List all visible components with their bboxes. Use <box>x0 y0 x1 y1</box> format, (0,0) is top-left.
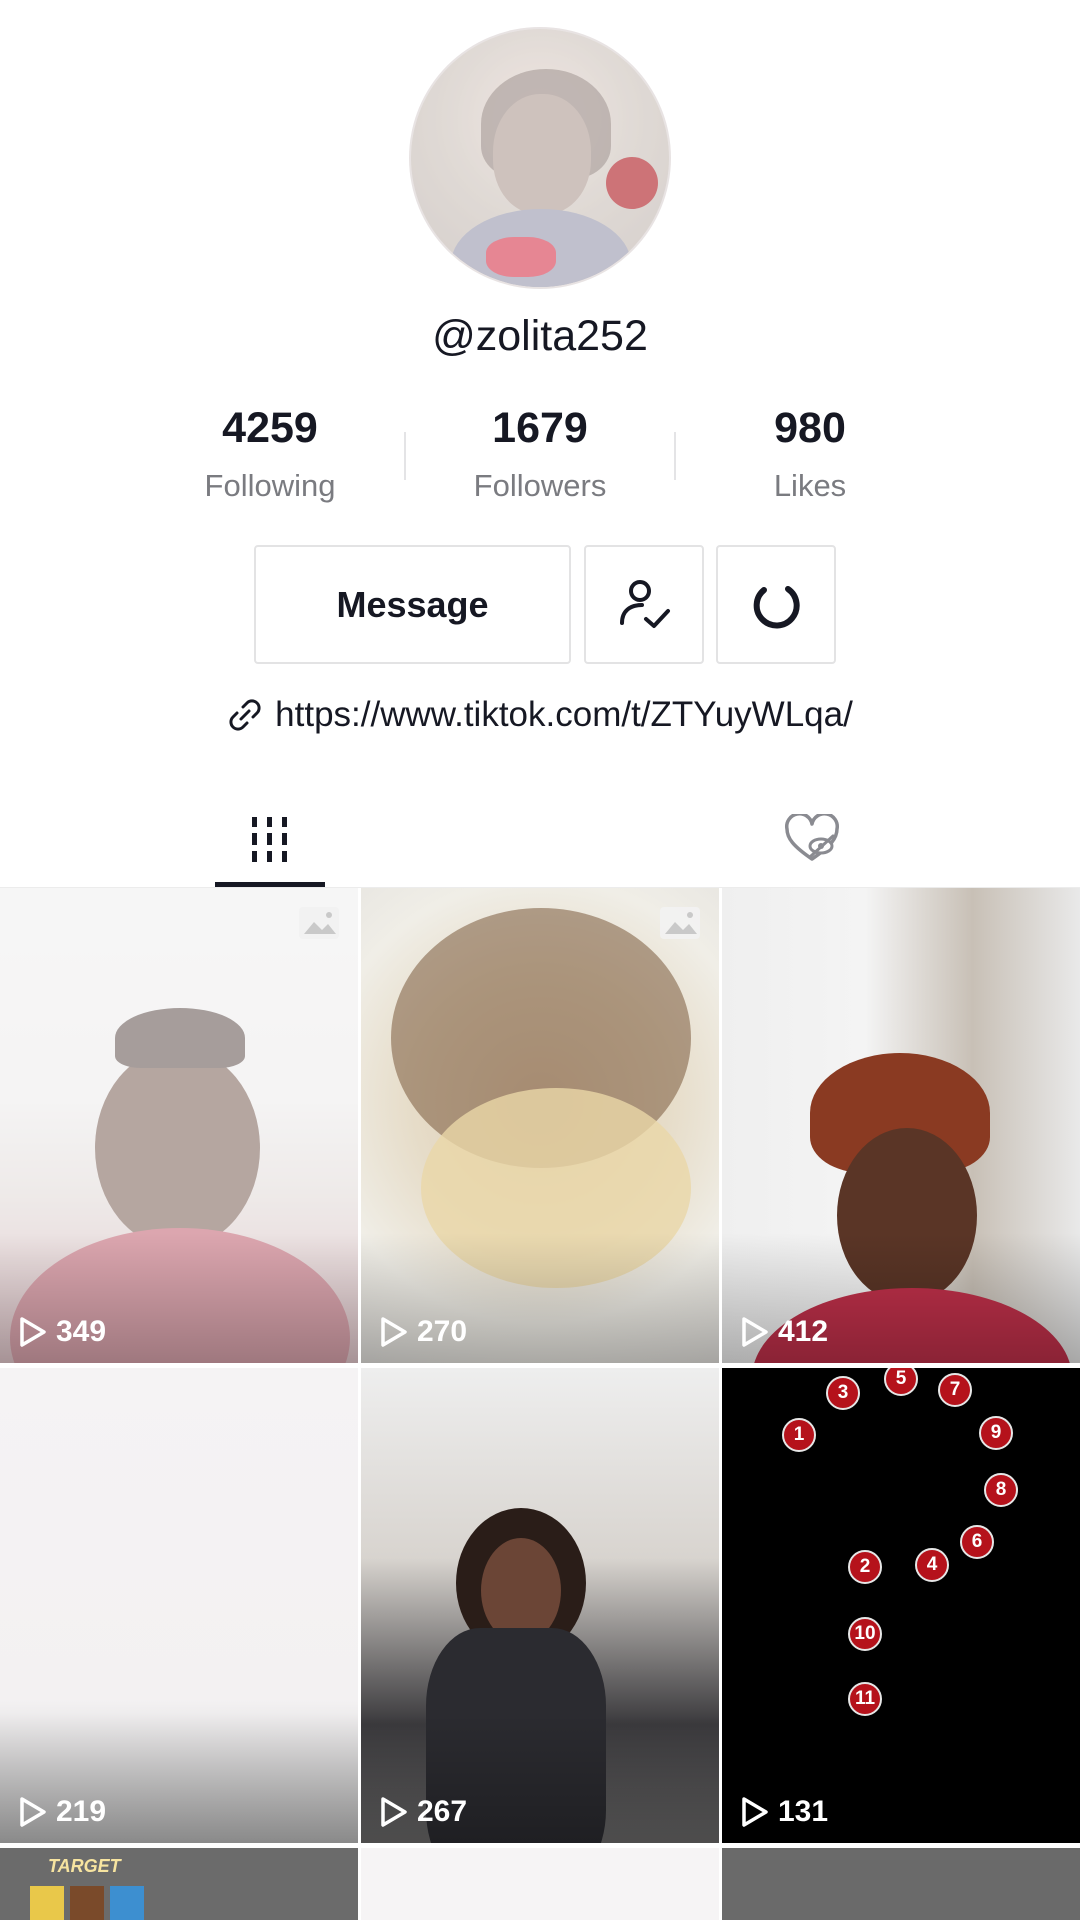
number-dot: 10 <box>848 1617 882 1651</box>
video-thumbnail[interactable]: 1 2 3 4 5 6 7 8 9 10 11 131 <box>722 1368 1080 1843</box>
following-button[interactable] <box>584 545 704 664</box>
person-check-icon <box>620 579 670 628</box>
stat-followers-count: 1679 <box>492 404 588 452</box>
play-icon <box>381 1797 407 1827</box>
video-thumbnail[interactable]: 349 <box>0 888 358 1363</box>
number-dot: 11 <box>848 1682 882 1716</box>
view-count: 412 <box>740 1315 828 1349</box>
heart-hidden-icon <box>785 814 839 861</box>
view-count-text: 349 <box>56 1315 107 1348</box>
link-icon <box>229 699 261 731</box>
thumbnail-product <box>30 1886 64 1920</box>
video-thumbnail[interactable]: 219 <box>0 1368 358 1843</box>
stat-following[interactable]: 4259 Following <box>150 400 390 504</box>
video-thumbnail[interactable] <box>361 1848 719 1920</box>
stat-likes-label: Likes <box>773 468 847 503</box>
play-icon <box>381 1317 407 1347</box>
active-tab-indicator <box>215 882 325 887</box>
play-icon <box>742 1797 768 1827</box>
stat-followers-label: Followers <box>473 468 607 503</box>
number-dot: 5 <box>884 1368 918 1396</box>
view-count-text: 219 <box>56 1795 107 1828</box>
view-count: 267 <box>379 1795 467 1829</box>
thumbnail-product <box>70 1886 104 1920</box>
view-count: 219 <box>18 1795 106 1829</box>
stat-following-count: 4259 <box>222 404 318 452</box>
view-count: 270 <box>379 1315 467 1349</box>
stat-divider <box>404 432 406 480</box>
number-dot: 4 <box>915 1548 949 1582</box>
number-dot: 7 <box>938 1373 972 1407</box>
photo-icon <box>659 906 701 945</box>
thumbnail-product <box>110 1886 144 1920</box>
more-options-button[interactable] <box>716 545 836 664</box>
video-thumbnail[interactable]: TARGET <box>0 1848 358 1920</box>
view-count-text: 267 <box>417 1795 468 1828</box>
stat-likes-count: 980 <box>774 404 846 452</box>
grid-icon <box>252 817 287 862</box>
video-thumbnail[interactable]: 270 <box>361 888 719 1363</box>
view-count-text: 412 <box>778 1315 829 1348</box>
profile-username: @zolita252 <box>432 312 648 360</box>
profile-link[interactable]: https://www.tiktok.com/t/ZTYuyWLqa/ <box>0 695 1080 735</box>
video-thumbnail[interactable]: 412 <box>722 888 1080 1363</box>
stat-followers[interactable]: 1679 Followers <box>420 400 660 504</box>
tab-liked-private[interactable] <box>757 790 867 888</box>
thumbnail-store-label: TARGET <box>48 1856 121 1876</box>
number-dot: 2 <box>848 1550 882 1584</box>
number-dot: 6 <box>960 1525 994 1559</box>
play-icon <box>742 1317 768 1347</box>
refresh-icon <box>753 585 800 628</box>
view-count: 131 <box>740 1795 828 1829</box>
profile-link-text: https://www.tiktok.com/t/ZTYuyWLqa/ <box>275 695 853 734</box>
number-dot: 1 <box>782 1418 816 1452</box>
view-count-text: 270 <box>417 1315 468 1348</box>
view-count: 349 <box>18 1315 106 1349</box>
stat-divider <box>674 432 676 480</box>
stat-following-label: Following <box>204 468 336 503</box>
tab-videos[interactable] <box>215 790 325 888</box>
profile-avatar[interactable] <box>411 29 669 287</box>
number-dot: 8 <box>984 1473 1018 1507</box>
view-count-text: 131 <box>778 1795 829 1828</box>
stat-likes[interactable]: 980 Likes <box>690 400 930 504</box>
number-dot: 9 <box>979 1416 1013 1450</box>
number-dot: 3 <box>826 1376 860 1410</box>
video-thumbnail[interactable] <box>722 1848 1080 1920</box>
message-button[interactable]: Message <box>254 545 571 664</box>
video-thumbnail[interactable]: 267 <box>361 1368 719 1843</box>
play-icon <box>20 1797 46 1827</box>
play-icon <box>20 1317 46 1347</box>
profile-stats: 4259 Following 1679 Followers 980 Likes <box>0 400 1080 510</box>
avatar-overlay <box>411 29 669 287</box>
photo-icon <box>298 906 340 945</box>
profile-tabs <box>0 790 1080 888</box>
